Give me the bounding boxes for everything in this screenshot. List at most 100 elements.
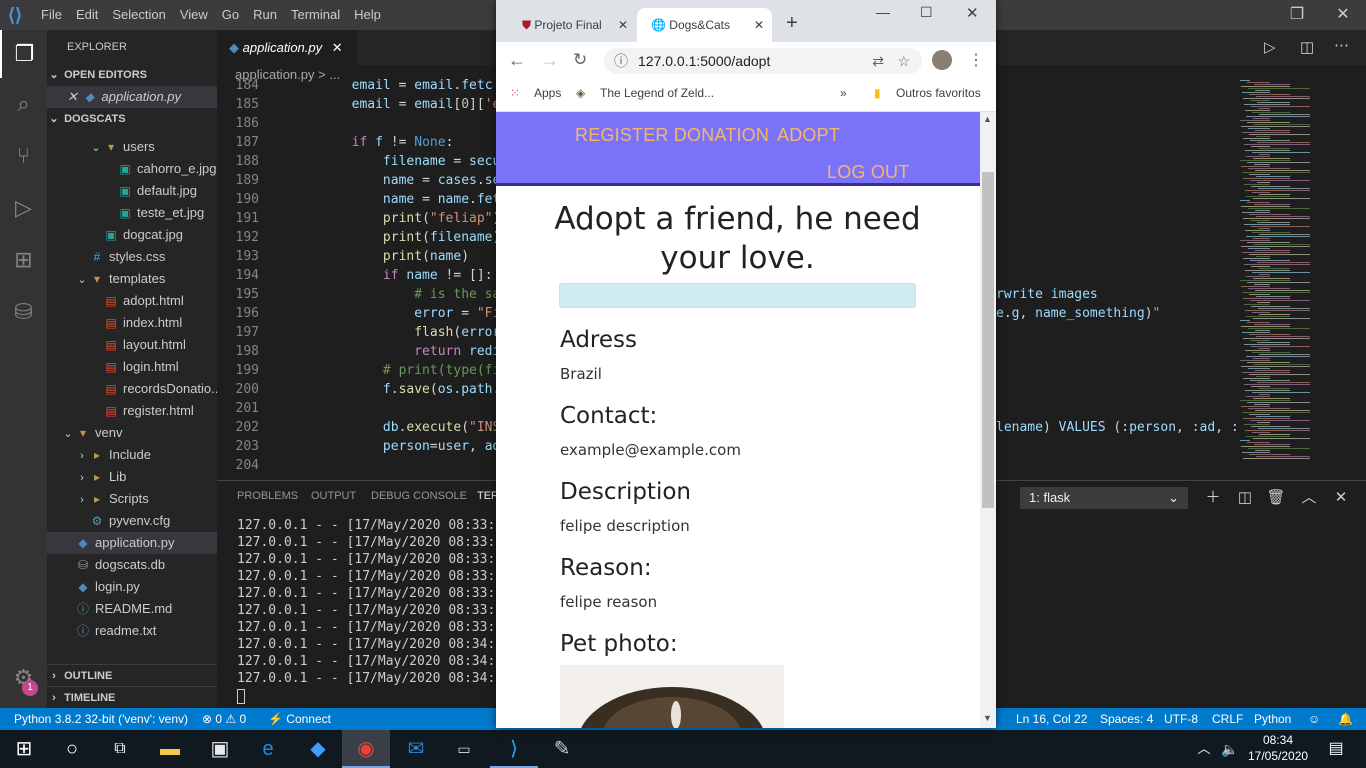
address-bar[interactable]: ⓘ 127.0.0.1:5000/adopt ⇄ ☆	[604, 48, 922, 74]
run-debug-icon[interactable]: ▷	[0, 184, 47, 232]
close-panel-icon[interactable]: ✕	[1329, 487, 1353, 509]
manage-gear-icon[interactable]: ⚙	[0, 654, 47, 702]
chevron-up-icon[interactable]: ︿	[1297, 487, 1321, 509]
tree-item[interactable]: › ▸ Include	[47, 444, 217, 466]
scrollbar-thumb[interactable]	[982, 172, 994, 508]
outline-header[interactable]: › OUTLINE	[47, 664, 217, 686]
menu-terminal[interactable]: Terminal	[284, 0, 347, 30]
tree-item[interactable]: ▤ index.html	[47, 312, 217, 334]
close-icon[interactable]: ✕	[618, 8, 628, 42]
tree-item[interactable]: ▤ recordsDonatio...	[47, 378, 217, 400]
tree-item[interactable]: ⌄ ▾ templates	[47, 268, 217, 290]
minimize-icon[interactable]: —	[876, 4, 890, 20]
tree-item[interactable]: ⓘ readme.txt	[47, 620, 217, 642]
tree-item[interactable]: ◆ application.py	[47, 532, 217, 554]
menu-edit[interactable]: Edit	[69, 0, 105, 30]
more-actions-icon[interactable]: ⋯	[1334, 36, 1349, 54]
tab-application-py[interactable]: ◆ application.py ✕	[217, 30, 357, 65]
run-file-icon[interactable]: ▷	[1264, 38, 1276, 56]
menu-view[interactable]: View	[173, 0, 215, 30]
tree-item[interactable]: ▤ login.html	[47, 356, 217, 378]
maximize-icon[interactable]: ☐	[920, 4, 933, 21]
split-terminal-icon[interactable]: ◫	[1233, 487, 1257, 509]
menu-help[interactable]: Help	[347, 0, 388, 30]
close-icon[interactable]: ✕	[67, 89, 78, 104]
panel-tab-problems[interactable]: PROBLEMS	[237, 490, 298, 502]
new-terminal-icon[interactable]: ＋	[1201, 487, 1225, 509]
feedback-icon[interactable]: ☺	[1308, 708, 1320, 730]
chrome-tab-projeto-final[interactable]: ⛊ Projeto Final ✕	[508, 8, 636, 42]
chrome-close-icon[interactable]: ✕	[966, 4, 979, 22]
tree-item[interactable]: ▣ default.jpg	[47, 180, 217, 202]
menu-file[interactable]: File	[34, 0, 69, 30]
extensions-icon[interactable]: ⊞	[0, 236, 47, 284]
language-mode[interactable]: Python	[1254, 708, 1291, 730]
tree-item[interactable]: ◆ login.py	[47, 576, 217, 598]
search-circle-icon[interactable]: ○	[48, 730, 96, 768]
star-icon[interactable]: ☆	[897, 48, 910, 74]
open-editors-header[interactable]: ⌄ OPEN EDITORS	[47, 64, 217, 86]
database-icon[interactable]: ⛁	[0, 288, 47, 336]
volume-icon[interactable]: 🔈	[1218, 730, 1242, 768]
tree-item[interactable]: ▣ teste_et.jpg	[47, 202, 217, 224]
close-icon[interactable]: ✕	[332, 40, 343, 55]
tree-item[interactable]: ⛁ dogscats.db	[47, 554, 217, 576]
menu-run[interactable]: Run	[246, 0, 284, 30]
scroll-down-icon[interactable]: ▼	[983, 713, 992, 723]
nav-register-donation[interactable]: REGISTER DONATION	[575, 125, 769, 146]
tree-item[interactable]: › ▸ Lib	[47, 466, 217, 488]
bookmark-zelda[interactable]: The Legend of Zeld...	[600, 80, 714, 106]
bookmark-apps[interactable]: Apps	[534, 80, 561, 106]
chrome-menu-icon[interactable]: ⋮	[968, 50, 984, 70]
problems-count[interactable]: ⊗ 0 ⚠ 0	[202, 708, 246, 730]
panel-tab-debug-console[interactable]: DEBUG CONSOLE	[371, 490, 467, 502]
vscode-taskbar-icon[interactable]: ⟩	[490, 730, 538, 768]
file-explorer-icon[interactable]: ▬	[146, 730, 194, 768]
tree-item[interactable]: ⚙ pyvenv.cfg	[47, 510, 217, 532]
open-editor-item[interactable]: ✕ ◆ application.py	[47, 86, 217, 108]
store-icon[interactable]: ▣	[196, 730, 244, 768]
tree-item[interactable]: ▣ dogcat.jpg	[47, 224, 217, 246]
bookmark-others[interactable]: Outros favoritos	[896, 80, 981, 106]
tree-item[interactable]: # styles.css	[47, 246, 217, 268]
mail-icon[interactable]: ✉	[392, 730, 440, 768]
vscode-close-icon[interactable]: ✕	[1320, 0, 1366, 30]
menu-go[interactable]: Go	[215, 0, 246, 30]
terminal-icon[interactable]: ▭	[440, 730, 488, 768]
cursor-position[interactable]: Ln 16, Col 22	[1016, 708, 1087, 730]
eol[interactable]: CRLF	[1212, 708, 1243, 730]
task-view-icon[interactable]: ⧉	[96, 730, 144, 768]
project-header[interactable]: ⌄ DOGSCATS	[47, 108, 217, 130]
timeline-header[interactable]: › TIMELINE	[47, 686, 217, 708]
tree-item[interactable]: ▣ cahorro_e.jpg	[47, 158, 217, 180]
tree-item[interactable]: ▤ adopt.html	[47, 290, 217, 312]
windows-start-icon[interactable]: ⊞	[0, 730, 48, 768]
panel-tab-output[interactable]: OUTPUT	[311, 490, 356, 502]
more-bookmarks-icon[interactable]: »	[840, 80, 847, 106]
nav-log-out[interactable]: LOG OUT	[827, 162, 909, 183]
reload-icon[interactable]: ↻	[573, 50, 587, 70]
scroll-up-icon[interactable]: ▲	[983, 114, 992, 124]
tree-item[interactable]: ⌄ ▾ venv	[47, 422, 217, 444]
app-icon[interactable]: ◆	[294, 730, 342, 768]
back-icon[interactable]: ←	[508, 50, 526, 71]
terminal-select[interactable]: 1: flask ⌄	[1020, 487, 1188, 509]
tree-item[interactable]: ⌄ ▾ users	[47, 136, 217, 158]
tray-chevron-icon[interactable]: ︿	[1194, 730, 1214, 768]
vscode-restore-icon[interactable]: ❐	[1274, 0, 1320, 30]
connect-status[interactable]: ⚡ Connect	[268, 708, 331, 730]
explorer-icon[interactable]: ❐	[0, 30, 47, 78]
tree-item[interactable]: › ▸ Scripts	[47, 488, 217, 510]
clock[interactable]: 08:34 17/05/2020	[1248, 732, 1308, 764]
trash-icon[interactable]: 🗑	[1264, 487, 1288, 509]
encoding[interactable]: UTF-8	[1164, 708, 1198, 730]
action-center-icon[interactable]: ▤	[1316, 730, 1356, 768]
tree-item[interactable]: ⓘ README.md	[47, 598, 217, 620]
close-icon[interactable]: ✕	[754, 8, 764, 42]
chrome-tab-dogs-cats[interactable]: 🌐 Dogs&Cats ✕	[637, 8, 772, 42]
new-tab-icon[interactable]: +	[786, 12, 798, 35]
nav-adopt[interactable]: ADOPT	[777, 125, 840, 146]
translate-icon[interactable]: ⇄	[872, 48, 884, 74]
python-interpreter[interactable]: Python 3.8.2 32-bit ('venv': venv)	[14, 708, 188, 730]
notifications-bell-icon[interactable]: 🔔	[1338, 708, 1353, 730]
